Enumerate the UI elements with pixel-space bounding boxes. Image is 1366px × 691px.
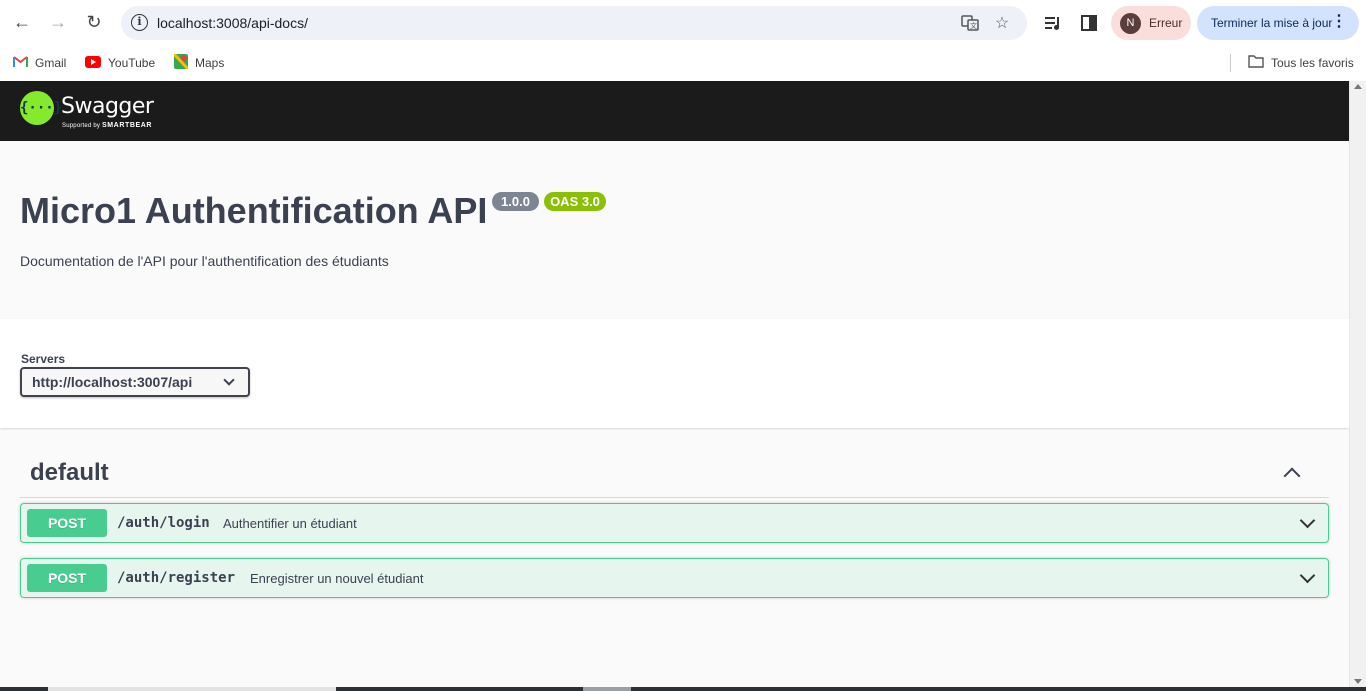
taskbar-segment <box>583 687 631 691</box>
vertical-scrollbar[interactable] <box>1349 81 1366 687</box>
bookmark-label: Maps <box>195 56 225 70</box>
folder-icon <box>1248 55 1264 71</box>
profile-status-label: Erreur <box>1149 16 1183 30</box>
server-select[interactable]: http://localhost:3007/api <box>20 367 250 397</box>
menu-dots-icon[interactable]: ⋮ <box>1331 14 1347 30</box>
bookmark-star-icon[interactable]: ☆ <box>992 13 1012 33</box>
chevron-down-icon <box>223 374 235 386</box>
all-bookmarks-button[interactable]: Tous les favoris <box>1248 53 1354 73</box>
opblock-post-register[interactable]: POST /auth/register Enregistrer un nouve… <box>20 558 1329 598</box>
bookmark-gmail[interactable]: Gmail <box>13 53 66 73</box>
operation-summary: Enregistrer un nouvel étudiant <box>250 571 424 586</box>
avatar: N <box>1120 13 1141 34</box>
gmail-icon <box>13 55 28 71</box>
bookmarks-separator <box>1230 54 1231 72</box>
swagger-logo-subtitle: Supported by SMARTBEAR <box>62 122 152 129</box>
chevron-up-icon[interactable] <box>1283 467 1301 485</box>
version-badge: 1.0.0 <box>492 192 539 211</box>
swagger-topbar: {···} Swagger Supported by SMARTBEAR <box>0 81 1349 141</box>
servers-section: Servers http://localhost:3007/api <box>0 319 1349 428</box>
youtube-icon <box>85 55 101 71</box>
operation-path: /auth/login <box>117 515 210 531</box>
api-title: Micro1 Authentification API <box>20 190 488 231</box>
address-bar[interactable]: i localhost:3008/api-docs/ 文 ☆ <box>121 6 1027 40</box>
operation-summary: Authentifier un étudiant <box>223 516 357 531</box>
bookmark-youtube[interactable]: YouTube <box>85 53 155 73</box>
server-select-value: http://localhost:3007/api <box>32 374 193 390</box>
tag-title: default <box>30 459 109 486</box>
method-badge: POST <box>27 509 107 537</box>
taskbar-strip <box>0 687 1366 691</box>
tag-section-header[interactable]: default <box>20 448 1329 498</box>
site-info-icon[interactable]: i <box>131 14 148 31</box>
opblock-post-login[interactable]: POST /auth/login Authentifier un étudian… <box>20 503 1329 543</box>
media-queue-icon[interactable] <box>1042 12 1064 34</box>
api-info-section: Micro1 Authentification API 1.0.0 OAS 3.… <box>0 141 1349 319</box>
swagger-logo-text[interactable]: Swagger <box>61 94 154 119</box>
maps-icon <box>172 52 190 72</box>
oas-badge: OAS 3.0 <box>544 192 606 211</box>
forward-arrow-icon[interactable]: → <box>43 7 73 37</box>
bookmark-label: YouTube <box>108 56 156 70</box>
bookmarks-bar: Gmail YouTube Maps Tous les favoris <box>0 46 1366 81</box>
swagger-logo-icon[interactable]: {···} <box>20 91 62 125</box>
chevron-down-icon[interactable] <box>1299 567 1316 584</box>
logo-sub-prefix: Supported by <box>62 123 101 129</box>
chevron-down-icon[interactable] <box>1299 512 1316 529</box>
update-button[interactable]: Terminer la mise à jour ⋮ <box>1197 6 1359 40</box>
logo-sub-brand: SMARTBEAR <box>101 122 153 129</box>
reload-icon[interactable]: ↻ <box>79 7 109 37</box>
page-viewport: {···} Swagger Supported by SMARTBEAR Mic… <box>0 81 1349 687</box>
bookmark-maps[interactable]: Maps <box>172 52 225 73</box>
api-description: Documentation de l'API pour l'authentifi… <box>20 253 389 269</box>
method-badge: POST <box>27 564 107 592</box>
servers-label: Servers <box>21 352 66 366</box>
scroll-up-arrow-icon[interactable] <box>1354 84 1362 89</box>
side-panel-icon[interactable] <box>1078 12 1100 34</box>
translate-icon[interactable]: 文 <box>960 13 980 33</box>
browser-toolbar: ← → ↻ i localhost:3008/api-docs/ 文 ☆ N E… <box>0 0 1366 46</box>
bookmark-label: Gmail <box>35 56 67 70</box>
scroll-down-arrow-icon[interactable] <box>1354 679 1362 684</box>
all-bookmarks-label: Tous les favoris <box>1271 56 1354 70</box>
url-text[interactable]: localhost:3008/api-docs/ <box>157 15 308 31</box>
operation-path: /auth/register <box>117 570 236 586</box>
svg-text:文: 文 <box>970 21 977 30</box>
update-label: Terminer la mise à jour <box>1211 16 1333 30</box>
taskbar-segment <box>48 687 336 691</box>
back-arrow-icon[interactable]: ← <box>7 7 37 37</box>
profile-button[interactable]: N Erreur <box>1111 6 1191 40</box>
